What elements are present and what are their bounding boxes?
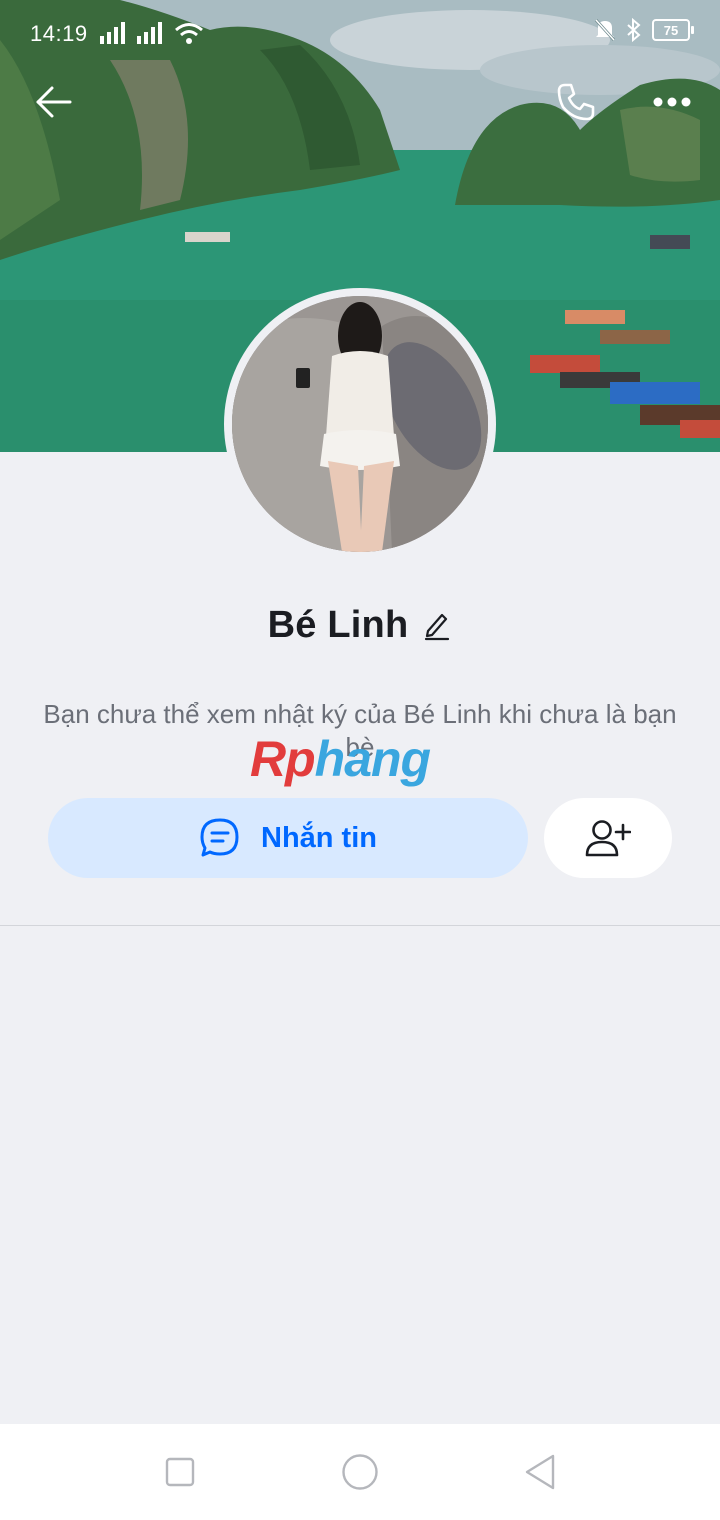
system-nav-bar — [0, 1424, 720, 1520]
home-button[interactable] — [340, 1452, 380, 1492]
recent-apps-button[interactable] — [160, 1452, 200, 1492]
avatar-photo — [232, 296, 488, 552]
message-button-label: Nhắn tin — [261, 821, 377, 854]
message-button[interactable]: Nhắn tin — [48, 798, 528, 878]
call-button[interactable] — [552, 78, 600, 126]
pencil-icon[interactable] — [422, 609, 452, 641]
mute-icon — [594, 18, 616, 42]
more-dots-icon — [653, 97, 691, 107]
home-icon — [342, 1454, 378, 1490]
more-button[interactable] — [648, 78, 696, 126]
recent-apps-icon — [165, 1457, 195, 1487]
status-bar: 14:19 75 — [0, 0, 720, 60]
wifi-icon — [175, 23, 203, 44]
phone-icon — [557, 83, 595, 121]
status-time: 14:19 — [30, 21, 88, 46]
watermark-logo: Rphang — [250, 731, 431, 787]
chat-bubble-icon — [200, 818, 239, 857]
section-divider — [0, 925, 720, 926]
add-user-icon — [585, 820, 631, 857]
avatar[interactable] — [224, 288, 496, 560]
signal-icon — [137, 22, 162, 44]
arrow-left-icon — [36, 86, 72, 118]
signal-icon — [100, 22, 125, 44]
profile-name-row: Bé Linh — [0, 600, 720, 650]
add-friend-button[interactable] — [544, 798, 672, 878]
profile-name: Bé Linh — [267, 603, 409, 646]
battery-level: 75 — [663, 22, 679, 38]
back-button[interactable] — [30, 78, 78, 126]
battery-icon: 75 — [652, 19, 694, 41]
bluetooth-icon — [627, 18, 641, 42]
back-triangle-icon — [525, 1454, 555, 1490]
back-nav-button[interactable] — [520, 1452, 560, 1492]
